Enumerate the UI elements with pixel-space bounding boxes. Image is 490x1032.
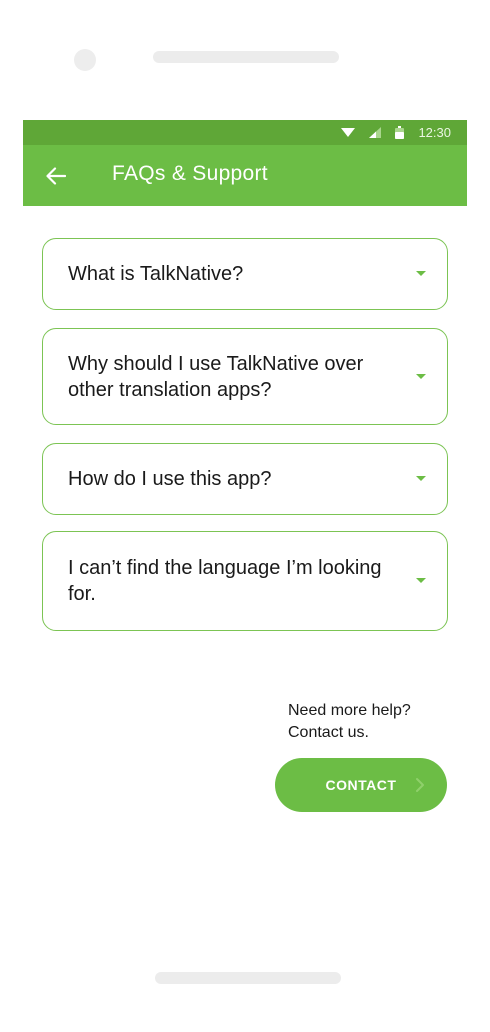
faq-question: Why should I use TalkNative over other t… xyxy=(68,352,364,401)
front-camera xyxy=(74,49,96,71)
faq-item-how-to-use[interactable]: How do I use this app? xyxy=(42,443,448,515)
help-line-2: Contact us. xyxy=(288,724,369,741)
help-text: Need more help? Contact us. xyxy=(288,700,411,744)
battery-icon xyxy=(395,126,405,139)
status-bar: 12:30 xyxy=(23,120,467,145)
caret-down-icon xyxy=(416,476,426,481)
phone-speaker xyxy=(153,51,339,63)
status-icons: 12:30 xyxy=(341,125,451,140)
help-line-1: Need more help? xyxy=(288,702,411,719)
back-button[interactable] xyxy=(41,161,71,191)
status-time: 12:30 xyxy=(418,125,451,140)
faq-question: How do I use this app? xyxy=(68,468,272,490)
arrow-left-icon xyxy=(46,167,66,185)
contact-button[interactable]: CONTACT xyxy=(275,758,447,812)
home-indicator xyxy=(155,972,341,984)
wifi-icon xyxy=(341,128,356,137)
app-screen: 12:30 FAQs & Support What is TalkNative?… xyxy=(23,120,467,920)
faq-question: I can’t find the language I’m looking fo… xyxy=(68,557,382,605)
app-bar: FAQs & Support xyxy=(23,145,467,206)
contact-button-label: CONTACT xyxy=(325,777,397,793)
chevron-right-icon xyxy=(416,778,424,792)
faq-question: What is TalkNative? xyxy=(68,263,244,285)
signal-icon xyxy=(369,127,382,138)
page-title: FAQs & Support xyxy=(112,162,268,185)
faq-item-why-use[interactable]: Why should I use TalkNative over other t… xyxy=(42,328,448,425)
caret-down-icon xyxy=(416,271,426,276)
caret-down-icon xyxy=(416,373,426,379)
faq-item-what-is[interactable]: What is TalkNative? xyxy=(42,238,448,310)
faq-item-language[interactable]: I can’t find the language I’m looking fo… xyxy=(42,531,448,631)
caret-down-icon xyxy=(416,578,426,583)
